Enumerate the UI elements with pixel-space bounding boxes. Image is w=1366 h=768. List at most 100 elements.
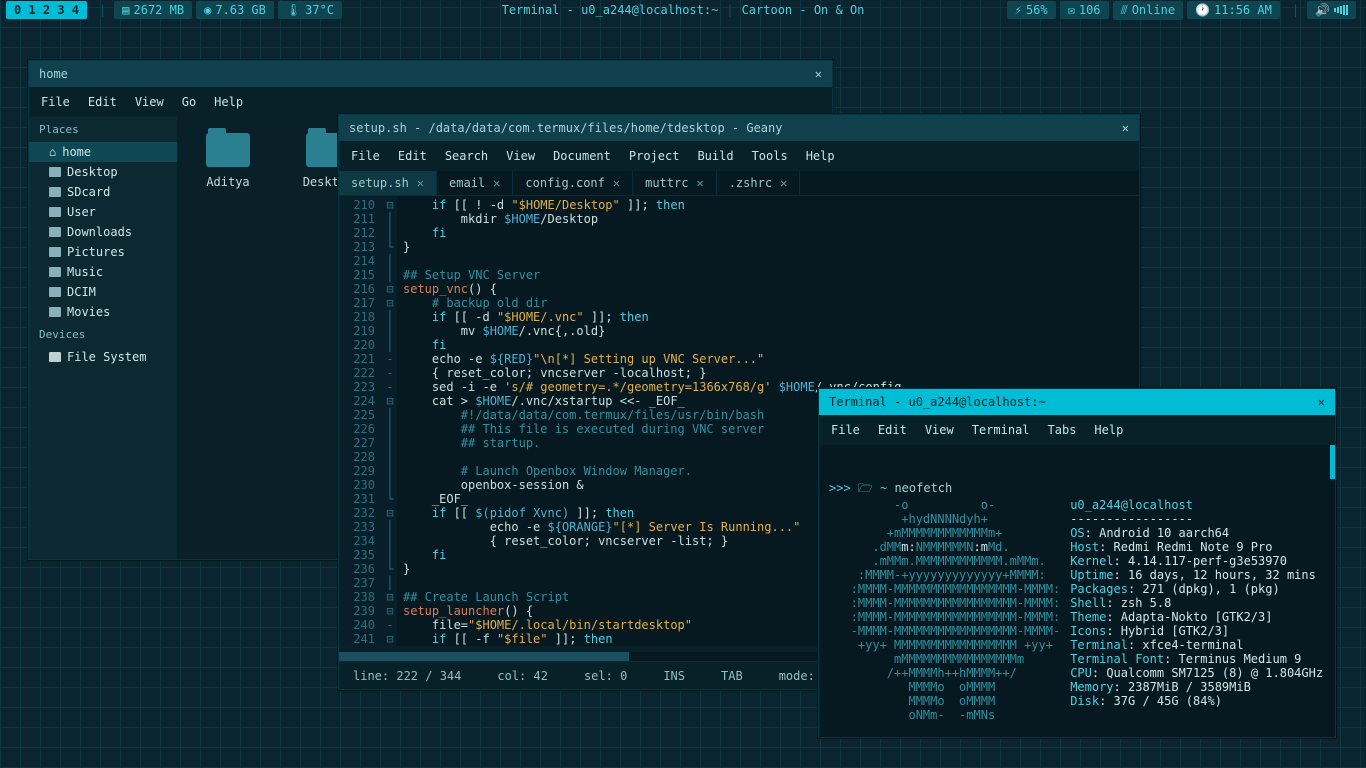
folder-icon [49,167,61,177]
menu-project[interactable]: Project [629,149,680,163]
close-icon[interactable]: ✕ [1122,121,1129,135]
sidebar-item-home[interactable]: ⌂home [29,142,177,162]
menu-build[interactable]: Build [697,149,733,163]
sidebar-item-label: SDcard [67,185,110,199]
sidebar-item-label: Desktop [67,165,118,179]
disk-value: 7.63 GB [215,3,266,17]
sidebar-item-label: Movies [67,305,110,319]
sidebar-item-filesystem[interactable]: File System [29,347,177,367]
workspace-switcher[interactable]: 0 1 2 3 4 [6,1,87,19]
close-icon[interactable]: ✕ [780,176,787,190]
temp-widget[interactable]: 🌡 37°C [278,1,342,19]
close-icon[interactable]: ✕ [696,176,703,190]
scroll-thumb[interactable] [339,652,629,661]
terminal-menubar: File Edit View Terminal Tabs Help [819,415,1335,445]
geany-title: setup.sh - /data/data/com.termux/files/h… [349,121,782,135]
tab-setup-sh[interactable]: setup.sh ✕ [339,171,437,195]
volume-bars-icon [1334,5,1348,15]
folder-aditya[interactable]: Aditya [193,133,263,189]
sidebar-item-downloads[interactable]: Downloads [29,222,177,242]
disk-widget[interactable]: ◉ 7.63 GB [196,1,274,19]
status-widget[interactable]: ⫻ Online [1113,1,1184,20]
menu-file[interactable]: File [351,149,380,163]
fold-column[interactable]: ⊟ │ │ └ │ │ ⊟ ⊟ │ │ │ - - - ⊟ │ │ │ │ │ … [383,196,397,646]
menu-view[interactable]: View [135,95,164,109]
places-header: Places [29,117,177,142]
battery-widget[interactable]: ⚡ 56% [1007,1,1056,19]
tab-muttrc[interactable]: muttrc ✕ [633,171,717,195]
file-manager-titlebar[interactable]: home ✕ [29,61,832,87]
volume-widget[interactable]: 🔊 [1307,1,1356,19]
sidebar-item-music[interactable]: Music [29,262,177,282]
sidebar-item-label: User [67,205,96,219]
separator: | [99,3,106,17]
time-value: 11:56 AM [1214,3,1272,17]
sidebar-item-label: Pictures [67,245,125,259]
sidebar-item-dcim[interactable]: DCIM [29,282,177,302]
geany-titlebar[interactable]: setup.sh - /data/data/com.termux/files/h… [339,115,1139,141]
menu-terminal[interactable]: Terminal [972,423,1030,437]
menu-edit[interactable]: Edit [878,423,907,437]
terminal-window[interactable]: Terminal - u0_a244@localhost:~ ✕ File Ed… [818,388,1336,738]
close-icon[interactable]: ✕ [815,67,822,81]
geany-tabs: setup.sh ✕ email✕ config.conf✕ muttrc ✕ .z… [339,171,1139,196]
folder-label: Aditya [206,175,249,189]
sidebar-item-label: home [62,145,91,159]
status-sel: sel: 0 [584,669,627,683]
file-manager-menubar: File Edit View Go Help [29,87,832,117]
terminal-body[interactable]: >>> 🗁 ~ neofetch -o o- +hydNNNNdyh+ +mMM… [819,445,1335,737]
terminal-scrollbar[interactable] [1330,445,1335,479]
status-line: line: 222 / 344 [353,669,461,683]
menu-document[interactable]: Document [553,149,611,163]
neofetch-art: -o o- +hydNNNNdyh+ +mMMMMMMMMMMMMm+ .dMM… [829,498,1060,722]
now-playing[interactable]: Cartoon - On & On [742,3,865,17]
menu-help[interactable]: Help [1094,423,1123,437]
memory-widget[interactable]: ▤ 2672 MB [114,1,192,19]
tab-label: setup.sh [351,176,409,190]
folder-icon [49,307,61,317]
menu-help[interactable]: Help [806,149,835,163]
menu-edit[interactable]: Edit [88,95,117,109]
tab-config[interactable]: config.conf✕ [513,171,633,195]
menu-go[interactable]: Go [182,95,196,109]
sidebar-item-pictures[interactable]: Pictures [29,242,177,262]
sidebar-item-label: DCIM [67,285,96,299]
folder-icon [49,207,61,217]
close-icon[interactable]: ✕ [493,176,500,190]
menu-search[interactable]: Search [445,149,488,163]
sidebar-item-desktop[interactable]: Desktop [29,162,177,182]
folder-icon [49,227,61,237]
menu-file[interactable]: File [41,95,70,109]
menu-file[interactable]: File [831,423,860,437]
menu-tools[interactable]: Tools [752,149,788,163]
clock-widget[interactable]: 🕐 11:56 AM [1187,1,1280,19]
folder-icon [49,247,61,257]
terminal-titlebar[interactable]: Terminal - u0_a244@localhost:~ ✕ [819,389,1335,415]
close-icon[interactable]: ✕ [417,176,424,190]
sidebar-item-label: File System [67,350,146,364]
close-icon[interactable]: ✕ [613,176,620,190]
menu-view[interactable]: View [506,149,535,163]
terminal-title: Terminal - u0_a244@localhost:~ [829,395,1046,409]
close-icon[interactable]: ✕ [1318,395,1325,409]
tab-zshrc[interactable]: .zshrc✕ [717,171,801,195]
command-text: neofetch [894,481,952,495]
file-manager-sidebar: Places ⌂home Desktop SDcard User Downloa… [29,117,177,559]
network-widget[interactable]: ✉ 106 [1060,1,1109,19]
sidebar-item-label: Music [67,265,103,279]
tab-label: muttrc [645,176,688,190]
menu-view[interactable]: View [925,423,954,437]
folder-icon [49,287,61,297]
menu-edit[interactable]: Edit [398,149,427,163]
tab-email[interactable]: email✕ [437,171,513,195]
net-value: 106 [1079,3,1101,17]
top-panel: 0 1 2 3 4 | ▤ 2672 MB ◉ 7.63 GB 🌡 37°C T… [0,0,1366,20]
sidebar-item-movies[interactable]: Movies [29,302,177,322]
menu-help[interactable]: Help [214,95,243,109]
sidebar-item-sdcard[interactable]: SDcard [29,182,177,202]
window-title: Terminal - u0_a244@localhost:~ [502,3,719,17]
status-ins: INS [663,669,685,683]
menu-tabs[interactable]: Tabs [1048,423,1077,437]
sidebar-item-user[interactable]: User [29,202,177,222]
status-tab: TAB [721,669,743,683]
